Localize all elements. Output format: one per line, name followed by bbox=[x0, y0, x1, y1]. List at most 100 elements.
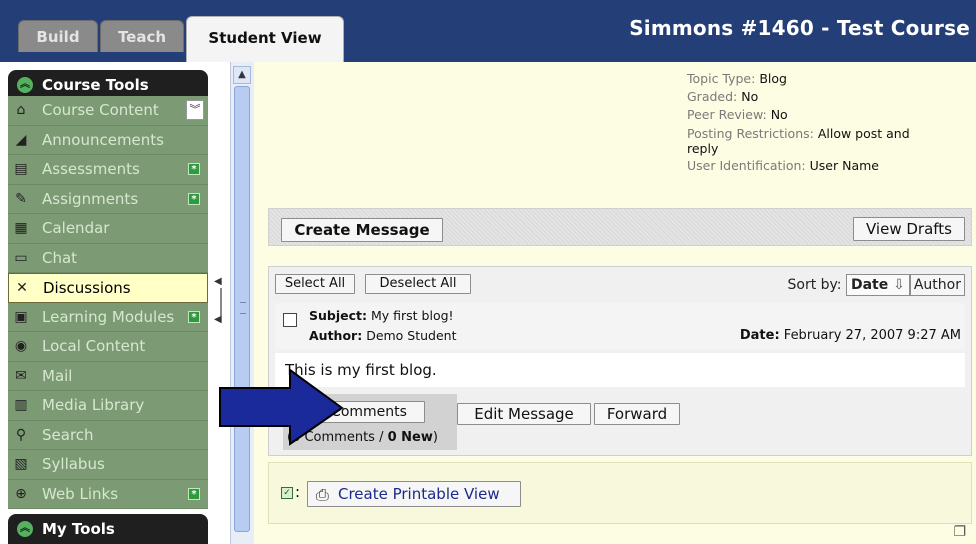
course-tools-list: ⌂ Course Content ︾ ◢ Announcements ▤ Ass… bbox=[8, 96, 208, 509]
sidebar-item-media-library[interactable]: ▥ Media Library bbox=[8, 391, 208, 421]
posting-restrictions-row: Posting Restrictions: Allow post and rep… bbox=[687, 126, 910, 156]
course-tools-label: Course Tools bbox=[42, 76, 149, 94]
message-date: Date: February 27, 2007 9:27 AM bbox=[739, 328, 961, 343]
sidebar-item-label: Assignments bbox=[42, 189, 139, 208]
tab-student-view[interactable]: Student View bbox=[186, 16, 344, 62]
sidebar-item-label: Calendar bbox=[42, 219, 110, 237]
globe-icon: ⊕ bbox=[15, 485, 27, 502]
pointer-arrow-icon bbox=[219, 368, 344, 446]
assignment-icon: ✎ bbox=[15, 190, 27, 207]
sort-date-button[interactable]: Date ⇩ bbox=[845, 274, 910, 296]
sidebar-item-course-content[interactable]: ⌂ Course Content ︾ bbox=[8, 96, 208, 126]
sidebar-item-chat[interactable]: ▭ Chat bbox=[8, 244, 208, 273]
assessment-icon: ▤ bbox=[14, 161, 28, 177]
sidebar-item-assessments[interactable]: ▤ Assessments * bbox=[8, 155, 208, 185]
my-tools-label: My Tools bbox=[42, 520, 115, 538]
message-author: Author: Demo Student bbox=[309, 328, 457, 343]
user-identification-row: User Identification: User Name bbox=[687, 158, 879, 173]
checkmark-icon: ✓ bbox=[281, 487, 293, 499]
new-badge-icon: * bbox=[188, 192, 200, 205]
sidebar-item-discussions[interactable]: ✕ Discussions bbox=[8, 273, 208, 303]
message-body: This is my first blog. bbox=[275, 353, 965, 387]
module-icon: ▣ bbox=[14, 308, 28, 325]
tab-build[interactable]: Build bbox=[18, 20, 98, 52]
sort-down-icon: ⇩ bbox=[893, 277, 905, 293]
media-icon: ▥ bbox=[14, 397, 28, 413]
course-title: Simmons #1460 - Test Course bbox=[629, 16, 970, 40]
collapse-left-icon[interactable]: ◀ bbox=[214, 314, 222, 325]
sidebar-item-label: Mail bbox=[42, 366, 73, 385]
panel-splitter[interactable]: ◀ ◀ bbox=[208, 62, 230, 544]
chevron-down-icon[interactable]: ︾ bbox=[186, 100, 204, 120]
sort-author-button[interactable]: Author bbox=[909, 274, 965, 296]
printable-colon: : bbox=[295, 483, 301, 501]
arrow-shape bbox=[219, 368, 344, 446]
sidebar-item-calendar[interactable]: ▦ Calendar bbox=[8, 214, 208, 244]
sort-by-label: Sort by: bbox=[787, 277, 842, 293]
sidebar-item-label: Syllabus bbox=[42, 455, 105, 473]
message-checkbox[interactable] bbox=[283, 313, 297, 327]
message-subject: Subject: My first blog! bbox=[309, 308, 454, 323]
sidebar-item-learning-modules[interactable]: ▣ Learning Modules * bbox=[8, 303, 208, 332]
sidebar-item-label: Announcements bbox=[42, 130, 164, 149]
sidebar-item-label: Media Library bbox=[42, 396, 145, 414]
printable-bar: ✓ : ⎙ Create Printable View bbox=[268, 462, 972, 524]
sidebar-item-web-links[interactable]: ⊕ Web Links * bbox=[8, 480, 208, 509]
main-content: Topic Type: Blog Graded: No Peer Review:… bbox=[254, 62, 976, 544]
select-all-button[interactable]: Select All bbox=[275, 274, 355, 294]
my-tools-header[interactable]: ︽ My Tools bbox=[8, 514, 208, 544]
splitter-grip[interactable] bbox=[220, 288, 222, 316]
scroll-up-icon[interactable]: ▲ bbox=[233, 66, 251, 84]
collapse-arrow-icon[interactable]: ︽ bbox=[17, 77, 33, 93]
sidebar-item-label: Web Links bbox=[42, 484, 119, 503]
action-bar: Create Message View Drafts bbox=[268, 208, 972, 246]
calendar-icon: ▦ bbox=[14, 220, 28, 236]
create-message-button[interactable]: Create Message bbox=[281, 218, 443, 242]
sidebar-item-syllabus[interactable]: ▧ Syllabus bbox=[8, 450, 208, 480]
chat-icon: ▭ bbox=[14, 249, 28, 266]
sidebar-item-label: Course Content bbox=[42, 101, 159, 119]
peer-review-row: Peer Review: No bbox=[687, 107, 788, 122]
collapse-left-icon[interactable]: ◀ bbox=[214, 276, 222, 287]
tab-teach[interactable]: Teach bbox=[100, 20, 184, 52]
sidebar-item-mail[interactable]: ✉ Mail bbox=[8, 362, 208, 391]
mail-icon: ✉ bbox=[15, 367, 27, 384]
collapse-arrow-icon[interactable]: ︽ bbox=[17, 521, 33, 537]
new-badge-icon: * bbox=[188, 310, 200, 323]
discussion-icon: ✕ bbox=[16, 280, 28, 296]
sidebar-item-assignments[interactable]: ✎ Assignments * bbox=[8, 185, 208, 214]
sidebar-item-label: Search bbox=[42, 425, 94, 444]
message-panel: Select All Deselect All Sort by: Date ⇩ A… bbox=[268, 266, 972, 456]
app-header: Build Teach Student View Simmons #1460 -… bbox=[0, 0, 976, 62]
megaphone-icon: ◢ bbox=[15, 131, 27, 148]
sidebar-item-announcements[interactable]: ◢ Announcements bbox=[8, 126, 208, 155]
deselect-all-button[interactable]: Deselect All bbox=[365, 274, 471, 294]
create-printable-view-button[interactable]: ⎙ Create Printable View bbox=[307, 481, 521, 507]
search-icon: ⚲ bbox=[15, 426, 27, 443]
printer-icon: ⎙ bbox=[316, 485, 329, 504]
forward-button[interactable]: Forward bbox=[594, 403, 680, 425]
syllabus-icon: ▧ bbox=[14, 456, 28, 472]
sidebar: ︽ Course Tools ⌂ Course Content ︾ ◢ Anno… bbox=[0, 62, 230, 544]
sidebar-item-label: Discussions bbox=[43, 279, 131, 297]
sidebar-item-label: Assessments bbox=[42, 160, 140, 178]
copy-page-icon[interactable]: ❐ bbox=[953, 524, 966, 540]
topic-info: Topic Type: Blog Graded: No Peer Review:… bbox=[687, 70, 927, 175]
home-icon: ⌂ bbox=[16, 102, 26, 118]
new-badge-icon: * bbox=[188, 163, 200, 175]
message-header: Subject: My first blog! Author: Demo Stu… bbox=[275, 303, 965, 349]
view-drafts-button[interactable]: View Drafts bbox=[853, 217, 965, 241]
sidebar-item-label: Local Content bbox=[42, 337, 146, 355]
sidebar-item-label: Learning Modules bbox=[42, 307, 175, 326]
sidebar-item-local-content[interactable]: ◉ Local Content bbox=[8, 332, 208, 362]
scroll-thumb[interactable] bbox=[234, 86, 250, 532]
sidebar-item-search[interactable]: ⚲ Search bbox=[8, 421, 208, 450]
disc-icon: ◉ bbox=[14, 338, 28, 354]
new-badge-icon: * bbox=[188, 487, 200, 500]
sort-controls: Sort by: Date ⇩ Author bbox=[787, 274, 965, 296]
scroll-grip bbox=[240, 302, 246, 314]
edit-message-button[interactable]: Edit Message bbox=[457, 403, 591, 425]
vertical-scrollbar[interactable]: ▲ bbox=[230, 62, 254, 544]
sidebar-item-label: Chat bbox=[42, 248, 78, 267]
topic-type-row: Topic Type: Blog bbox=[687, 71, 787, 86]
